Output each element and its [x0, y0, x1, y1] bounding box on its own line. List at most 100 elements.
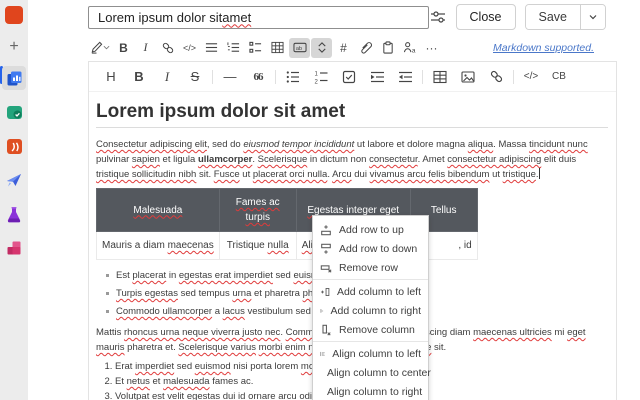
chart-document-icon	[7, 71, 21, 85]
toolbar-divider	[275, 69, 276, 84]
task-list-button[interactable]	[245, 38, 266, 58]
expand-toggle[interactable]	[311, 37, 332, 58]
bold-button[interactable]: B	[113, 38, 134, 58]
svg-text:a: a	[411, 48, 415, 54]
inline-code-button[interactable]: </>	[520, 66, 542, 88]
heading-hash-button[interactable]: #	[333, 38, 354, 58]
rail-item-blue-app[interactable]	[2, 168, 26, 192]
menu-divider	[313, 279, 428, 280]
table-header-cell: Fames ac turpis	[218, 188, 297, 232]
menu-item-add-row-up[interactable]: Add row to up	[313, 220, 428, 239]
mention-button[interactable]: a	[399, 38, 420, 58]
hr-button[interactable]: —	[219, 66, 241, 88]
align-left-icon	[320, 351, 325, 356]
rail-item-reports[interactable]	[2, 66, 26, 90]
menu-item-add-column-left[interactable]: Add column to left	[313, 282, 428, 301]
rail-item-orange-app[interactable]	[2, 134, 26, 158]
clipboard-button[interactable]	[377, 38, 398, 58]
top-bar: Lorem ipsum dolor sit amet Close Save	[28, 0, 640, 34]
rail-item-labs[interactable]	[2, 202, 26, 226]
editor-toolbar: H B I S — 66 1 2 </> CB	[89, 62, 616, 92]
link-icon	[162, 42, 173, 53]
code-button[interactable]: </>	[179, 38, 200, 58]
menu-item-add-column-right[interactable]: Add column to right	[313, 301, 428, 320]
image-button[interactable]	[457, 66, 479, 88]
quote-button[interactable]: 66	[247, 66, 269, 88]
pen-icon	[91, 41, 103, 54]
italic-button[interactable]: I	[135, 38, 156, 58]
task-list-button[interactable]	[338, 66, 360, 88]
markdown-supported-link[interactable]: Markdown supported.	[493, 42, 594, 54]
close-button[interactable]: Close	[455, 4, 516, 30]
table-cell: Tristique nulla	[218, 231, 297, 260]
toolbar-divider	[513, 69, 514, 84]
bulleted-list-icon	[205, 43, 218, 52]
link-icon	[490, 70, 502, 83]
ordered-list-button[interactable]: 1 2	[310, 66, 332, 88]
outdent-icon	[398, 71, 412, 82]
text-style-dropdown[interactable]	[88, 38, 112, 58]
remove-column-icon	[322, 324, 331, 336]
abc-box-icon: ab	[292, 42, 307, 53]
outdent-button[interactable]	[394, 66, 416, 88]
italic-button[interactable]: I	[156, 66, 178, 88]
orange-app-icon	[6, 138, 22, 154]
svg-text:ab: ab	[295, 46, 301, 52]
add-app-icon[interactable]: +	[9, 38, 18, 56]
table-icon	[271, 41, 284, 54]
task-list-icon	[249, 41, 262, 53]
table-icon	[433, 70, 447, 83]
save-dropdown-button[interactable]	[580, 5, 605, 29]
add-column-left-icon	[321, 287, 330, 296]
up-down-chevrons-icon	[317, 42, 326, 53]
image-icon	[461, 70, 475, 83]
table-cell: Mauris a diam maecenas	[96, 231, 220, 260]
paperclip-icon	[361, 42, 372, 54]
attachment-button[interactable]	[355, 38, 376, 58]
menu-item-remove-row[interactable]: Remove row	[313, 258, 428, 277]
rail-item-blocks[interactable]	[2, 236, 26, 260]
table-button[interactable]	[267, 38, 288, 58]
more-options-button[interactable]: ···	[421, 38, 442, 58]
chevron-down-icon	[589, 15, 597, 20]
numbered-list-button[interactable]	[223, 38, 244, 58]
heading-button[interactable]: H	[100, 66, 122, 88]
bulleted-list-button[interactable]	[201, 38, 222, 58]
menu-divider	[313, 341, 428, 342]
menu-item-align-column-center[interactable]: Align column to center	[313, 363, 431, 382]
document-heading: Lorem ipsum dolor sit amet	[96, 102, 608, 128]
menu-item-align-column-right[interactable]: Align column to right	[313, 382, 428, 400]
add-row-up-icon	[321, 224, 331, 235]
rail-item-approvals[interactable]	[2, 100, 26, 124]
add-column-right-icon	[320, 309, 324, 312]
table-button[interactable]	[429, 66, 451, 88]
text-cursor	[538, 168, 540, 179]
table-context-menu: Add row to up Add row to down Remove row…	[312, 215, 431, 400]
unordered-list-button[interactable]	[282, 66, 304, 88]
link-button[interactable]	[485, 66, 507, 88]
chevron-down-icon	[103, 45, 110, 50]
bold-button[interactable]: B	[128, 66, 150, 88]
add-row-down-icon	[321, 243, 331, 254]
checked-box-icon	[342, 70, 356, 83]
paper-plane-icon	[7, 174, 21, 187]
indent-button[interactable]	[366, 66, 388, 88]
link-button[interactable]	[157, 38, 178, 58]
strike-button[interactable]: S	[184, 66, 206, 88]
title-input[interactable]: Lorem ipsum dolor sit amet	[88, 5, 429, 29]
menu-item-align-column-left[interactable]: Align column to left	[313, 344, 428, 363]
numbered-list-icon: 1 2	[315, 71, 328, 84]
save-button[interactable]: Save	[525, 5, 580, 29]
numbered-list-icon	[227, 42, 240, 52]
top-actions: Close Save	[429, 4, 606, 30]
paragraph: Consectetur adipiscing elit, sed do eius…	[96, 139, 588, 180]
app-logo-icon[interactable]	[5, 6, 23, 24]
remove-row-icon	[320, 264, 332, 273]
field-toolbar: B I </> ab # a ··· Markdown supported.	[28, 34, 640, 61]
text-box-toggle[interactable]: ab	[289, 37, 310, 58]
settings-sliders-icon[interactable]	[429, 8, 447, 26]
code-block-button[interactable]: CB	[548, 66, 570, 88]
menu-item-remove-column[interactable]: Remove column	[313, 320, 428, 339]
menu-item-add-row-down[interactable]: Add row to down	[313, 239, 428, 258]
flask-icon	[7, 206, 21, 222]
